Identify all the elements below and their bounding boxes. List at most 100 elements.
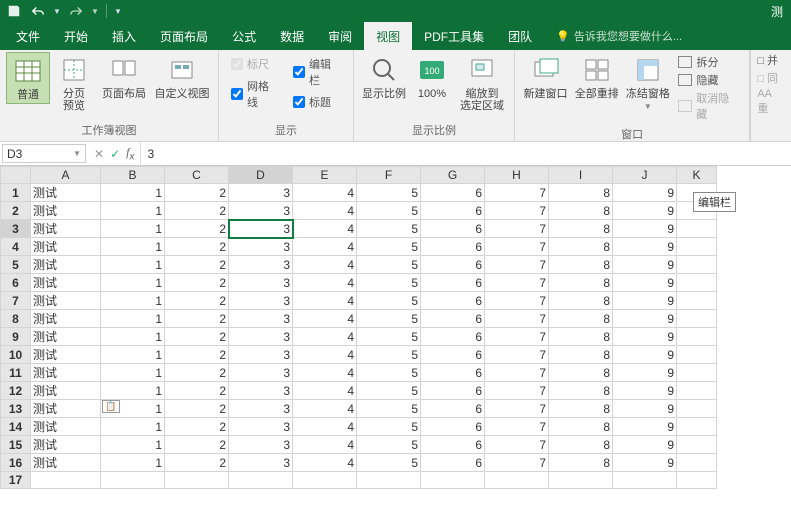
cell-J10[interactable]: 9: [613, 346, 677, 364]
hide-button[interactable]: 隐藏: [678, 72, 739, 88]
cell-F11[interactable]: 5: [357, 364, 421, 382]
cell-D8[interactable]: 3: [229, 310, 293, 328]
split-button[interactable]: 拆分: [678, 54, 739, 70]
cell-I16[interactable]: 8: [549, 454, 613, 472]
cell-K7[interactable]: [677, 292, 717, 310]
cell-A1[interactable]: 测试: [31, 184, 101, 202]
cell-D7[interactable]: 3: [229, 292, 293, 310]
cell-E8[interactable]: 4: [293, 310, 357, 328]
cell-B6[interactable]: 1: [101, 274, 165, 292]
cell-I14[interactable]: 8: [549, 418, 613, 436]
cell-B3[interactable]: 1: [101, 220, 165, 238]
cell-B7[interactable]: 1: [101, 292, 165, 310]
cell-K14[interactable]: [677, 418, 717, 436]
cell-A7[interactable]: 测试: [31, 292, 101, 310]
cell-K17[interactable]: [677, 472, 717, 489]
cell-F17[interactable]: [357, 472, 421, 489]
cell-F6[interactable]: 5: [357, 274, 421, 292]
row-header-17[interactable]: 17: [1, 472, 31, 489]
row-header-2[interactable]: 2: [1, 202, 31, 220]
cell-D1[interactable]: 3: [229, 184, 293, 202]
cell-B15[interactable]: 1: [101, 436, 165, 454]
cell-G17[interactable]: [421, 472, 485, 489]
new-window-button[interactable]: 新建窗口: [521, 52, 570, 102]
arrange-all-button[interactable]: 全部重排: [572, 52, 621, 102]
cell-I5[interactable]: 8: [549, 256, 613, 274]
cell-D14[interactable]: 3: [229, 418, 293, 436]
custom-views-button[interactable]: 自定义视图: [152, 52, 212, 102]
row-header-13[interactable]: 13: [1, 400, 31, 418]
cell-J9[interactable]: 9: [613, 328, 677, 346]
cell-B10[interactable]: 1: [101, 346, 165, 364]
row-header-8[interactable]: 8: [1, 310, 31, 328]
cell-B16[interactable]: 1: [101, 454, 165, 472]
cell-F10[interactable]: 5: [357, 346, 421, 364]
cell-G4[interactable]: 6: [421, 238, 485, 256]
cell-I2[interactable]: 8: [549, 202, 613, 220]
cell-I13[interactable]: 8: [549, 400, 613, 418]
cell-D13[interactable]: 3: [229, 400, 293, 418]
cell-E1[interactable]: 4: [293, 184, 357, 202]
zoom-selection-button[interactable]: 缩放到 选定区域: [456, 52, 508, 114]
cell-I12[interactable]: 8: [549, 382, 613, 400]
fx-icon[interactable]: fx: [126, 145, 134, 162]
cell-G11[interactable]: 6: [421, 364, 485, 382]
cell-D12[interactable]: 3: [229, 382, 293, 400]
cell-K6[interactable]: [677, 274, 717, 292]
cell-H14[interactable]: 7: [485, 418, 549, 436]
cell-G12[interactable]: 6: [421, 382, 485, 400]
row-header-10[interactable]: 10: [1, 346, 31, 364]
gridlines-checkbox[interactable]: 网格线: [231, 78, 279, 110]
cell-F16[interactable]: 5: [357, 454, 421, 472]
cell-K4[interactable]: [677, 238, 717, 256]
redo-icon[interactable]: [66, 2, 86, 20]
row-header-3[interactable]: 3: [1, 220, 31, 238]
formula-bar-checkbox[interactable]: 编辑栏: [293, 56, 341, 88]
cell-D4[interactable]: 3: [229, 238, 293, 256]
row-header-16[interactable]: 16: [1, 454, 31, 472]
cell-A15[interactable]: 测试: [31, 436, 101, 454]
undo-icon[interactable]: [28, 2, 48, 20]
cell-E4[interactable]: 4: [293, 238, 357, 256]
cell-B2[interactable]: 1: [101, 202, 165, 220]
cell-J8[interactable]: 9: [613, 310, 677, 328]
cell-H3[interactable]: 7: [485, 220, 549, 238]
cell-C8[interactable]: 2: [165, 310, 229, 328]
cell-B1[interactable]: 1: [101, 184, 165, 202]
cell-H16[interactable]: 7: [485, 454, 549, 472]
cell-E11[interactable]: 4: [293, 364, 357, 382]
cell-B11[interactable]: 1: [101, 364, 165, 382]
cell-J14[interactable]: 9: [613, 418, 677, 436]
cell-F8[interactable]: 5: [357, 310, 421, 328]
cell-C4[interactable]: 2: [165, 238, 229, 256]
cell-K5[interactable]: [677, 256, 717, 274]
cell-I15[interactable]: 8: [549, 436, 613, 454]
cell-C5[interactable]: 2: [165, 256, 229, 274]
row-header-11[interactable]: 11: [1, 364, 31, 382]
cell-A9[interactable]: 测试: [31, 328, 101, 346]
cell-H12[interactable]: 7: [485, 382, 549, 400]
cell-A10[interactable]: 测试: [31, 346, 101, 364]
cell-H1[interactable]: 7: [485, 184, 549, 202]
menu-文件[interactable]: 文件: [4, 22, 52, 50]
reset-window-button[interactable]: AA 重: [757, 88, 785, 116]
side-by-side-button[interactable]: □ 并: [757, 52, 785, 68]
row-header-9[interactable]: 9: [1, 328, 31, 346]
cell-H8[interactable]: 7: [485, 310, 549, 328]
cell-B9[interactable]: 1: [101, 328, 165, 346]
cell-I9[interactable]: 8: [549, 328, 613, 346]
cell-F9[interactable]: 5: [357, 328, 421, 346]
cell-C7[interactable]: 2: [165, 292, 229, 310]
row-header-6[interactable]: 6: [1, 274, 31, 292]
cell-G13[interactable]: 6: [421, 400, 485, 418]
cell-C12[interactable]: 2: [165, 382, 229, 400]
cell-D11[interactable]: 3: [229, 364, 293, 382]
cell-G14[interactable]: 6: [421, 418, 485, 436]
row-header-7[interactable]: 7: [1, 292, 31, 310]
cell-H11[interactable]: 7: [485, 364, 549, 382]
col-header-D[interactable]: D: [229, 167, 293, 184]
redo-dropdown-icon[interactable]: ▼: [90, 2, 100, 20]
formula-bar-input[interactable]: 3: [140, 142, 791, 165]
cell-H9[interactable]: 7: [485, 328, 549, 346]
menu-插入[interactable]: 插入: [100, 22, 148, 50]
